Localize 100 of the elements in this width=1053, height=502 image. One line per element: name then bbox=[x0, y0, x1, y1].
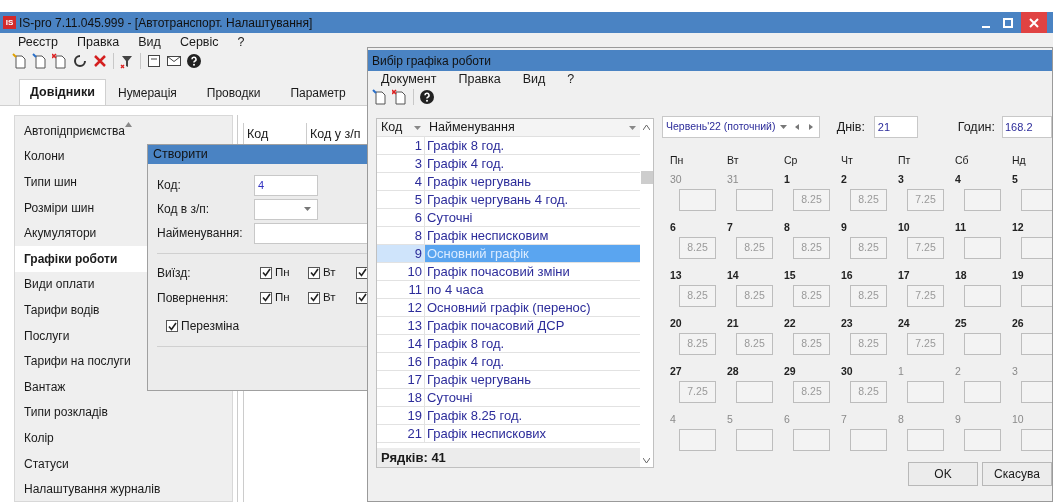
checkbox[interactable] bbox=[260, 266, 272, 279]
list-row[interactable]: 1 Графік 8 год. bbox=[377, 137, 640, 155]
hours-cell[interactable] bbox=[679, 429, 716, 451]
hours-cell[interactable] bbox=[964, 381, 1001, 403]
hours-cell[interactable] bbox=[907, 429, 944, 451]
close-icon[interactable] bbox=[92, 53, 108, 69]
hours-cell[interactable] bbox=[1021, 429, 1052, 451]
list-row[interactable]: 5 Графік чергувань 4 год. bbox=[377, 191, 640, 209]
name-cell-text: Графік неспискових bbox=[426, 425, 548, 442]
hours-cell[interactable] bbox=[1021, 381, 1052, 403]
day-number: 7 bbox=[727, 220, 733, 235]
hours-cell[interactable] bbox=[793, 429, 830, 451]
list-row[interactable]: 19 Графік 8.25 год. bbox=[377, 407, 640, 425]
window-icon[interactable] bbox=[146, 53, 162, 69]
list-row[interactable]: 21 Графік неспискових bbox=[377, 425, 640, 443]
menu-item[interactable]: Правка bbox=[77, 32, 120, 52]
tab[interactable]: Нумерація bbox=[107, 81, 187, 105]
menu-item[interactable]: ? bbox=[237, 32, 245, 52]
maximize-icon[interactable] bbox=[1003, 17, 1013, 28]
checkbox[interactable] bbox=[166, 320, 178, 332]
menu-item[interactable]: Реєстр bbox=[18, 32, 59, 52]
hours-cell[interactable] bbox=[1021, 333, 1052, 355]
code-field[interactable]: 4 bbox=[254, 174, 318, 196]
hours-cell[interactable] bbox=[964, 237, 1001, 259]
envelope-icon[interactable] bbox=[166, 53, 182, 69]
menu-item[interactable]: Сервіс bbox=[179, 32, 219, 52]
filter-caret-icon[interactable] bbox=[629, 125, 636, 130]
menu-item[interactable]: Документ bbox=[381, 69, 437, 89]
filter-caret-icon[interactable] bbox=[414, 125, 421, 130]
menu-item[interactable]: Вид bbox=[522, 69, 546, 89]
list-row[interactable]: 12 Основний графік (перенос) bbox=[377, 299, 640, 317]
dialog-button[interactable]: OK bbox=[908, 462, 978, 486]
menu-item[interactable]: Вид bbox=[138, 32, 161, 52]
hours-cell[interactable] bbox=[850, 429, 887, 451]
column-header[interactable]: Найменування bbox=[425, 119, 640, 136]
hours-field[interactable]: 168.2 bbox=[1002, 116, 1052, 138]
sidebar-item[interactable]: Статуси bbox=[15, 450, 232, 477]
add-document-icon[interactable] bbox=[32, 53, 48, 69]
list-row[interactable]: 16 Графік 4 год. bbox=[377, 353, 640, 371]
menu-item[interactable]: Правка bbox=[458, 69, 501, 89]
hours-cell[interactable] bbox=[736, 429, 773, 451]
list-row[interactable]: 6 Суточні bbox=[377, 209, 640, 227]
hours-cell[interactable] bbox=[1021, 237, 1052, 259]
list-row[interactable]: 13 Графік почасовий ДСР bbox=[377, 317, 640, 335]
list-row[interactable]: 10 Графік почасовий зміни bbox=[377, 263, 640, 281]
add-document-icon[interactable] bbox=[372, 89, 388, 105]
dropdown-caret-icon[interactable] bbox=[779, 125, 787, 129]
list-row[interactable]: 17 Графік чергувань bbox=[377, 371, 640, 389]
hours-cell[interactable] bbox=[736, 189, 773, 211]
delete-document-icon[interactable] bbox=[392, 89, 408, 105]
hours-cell[interactable] bbox=[736, 381, 773, 403]
hours-cell[interactable] bbox=[964, 429, 1001, 451]
dialog-button[interactable]: Скасува bbox=[982, 462, 1052, 486]
sidebar-item[interactable]: Налаштування журналів bbox=[15, 476, 232, 502]
list-row[interactable]: 11 по 4 часа bbox=[377, 281, 640, 299]
sidebar-item[interactable]: Типи розкладів bbox=[15, 399, 232, 426]
list-row[interactable]: 18 Суточні bbox=[377, 389, 640, 407]
checkbox[interactable] bbox=[260, 291, 272, 304]
help-icon[interactable] bbox=[186, 53, 202, 69]
checkbox[interactable] bbox=[356, 266, 368, 279]
checkbox[interactable] bbox=[308, 266, 320, 279]
previous-icon[interactable] bbox=[794, 124, 799, 130]
list-row[interactable]: 14 Графік 8 год. bbox=[377, 335, 640, 353]
tab[interactable]: Проводки bbox=[196, 81, 271, 105]
checkbox[interactable] bbox=[356, 291, 368, 304]
hours-cell[interactable] bbox=[964, 189, 1001, 211]
sidebar-item[interactable]: Автопідприємства bbox=[15, 118, 125, 144]
tab[interactable]: Параметр bbox=[280, 81, 356, 105]
tab[interactable]: Довідники bbox=[19, 79, 106, 105]
hours-cell[interactable] bbox=[1021, 189, 1052, 211]
list-row[interactable]: 4 Графік чергувань bbox=[377, 173, 640, 191]
hours-cell[interactable] bbox=[964, 285, 1001, 307]
new-document-icon[interactable] bbox=[12, 53, 28, 69]
list-row[interactable]: 9 Основний графік bbox=[377, 245, 640, 263]
menu-item[interactable]: ? bbox=[567, 69, 575, 89]
scroll-thumb[interactable] bbox=[640, 171, 653, 184]
delete-document-icon[interactable] bbox=[52, 53, 68, 69]
scroll-down-icon[interactable] bbox=[643, 458, 650, 463]
hours-cell[interactable] bbox=[1021, 285, 1052, 307]
days-field[interactable]: 21 bbox=[873, 116, 918, 138]
field-label: Найменування: bbox=[157, 225, 244, 242]
scroll-up-icon[interactable] bbox=[643, 125, 650, 130]
month-selector[interactable]: Червень'22 (поточний) bbox=[662, 116, 820, 138]
hours-cell[interactable] bbox=[907, 381, 944, 403]
name-cell-text: Графік 8 год. bbox=[426, 137, 506, 154]
list-row[interactable]: 3 Графік 4 год. bbox=[377, 155, 640, 173]
payroll-code-dropdown[interactable] bbox=[254, 198, 318, 220]
hours-cell[interactable] bbox=[679, 189, 716, 211]
checkbox[interactable] bbox=[308, 291, 320, 304]
name-cell-text: Суточні bbox=[426, 389, 474, 406]
sidebar-item[interactable]: Колір bbox=[15, 425, 232, 451]
hours-cell[interactable] bbox=[964, 333, 1001, 355]
help-icon[interactable] bbox=[419, 89, 435, 105]
filter-icon[interactable] bbox=[119, 53, 135, 69]
next-icon[interactable] bbox=[808, 124, 813, 130]
day-number: 29 bbox=[784, 364, 796, 379]
refresh-icon[interactable] bbox=[72, 53, 88, 69]
day-number: 14 bbox=[727, 268, 739, 283]
sort-icon[interactable] bbox=[125, 122, 132, 128]
close-button[interactable] bbox=[1021, 12, 1047, 33]
